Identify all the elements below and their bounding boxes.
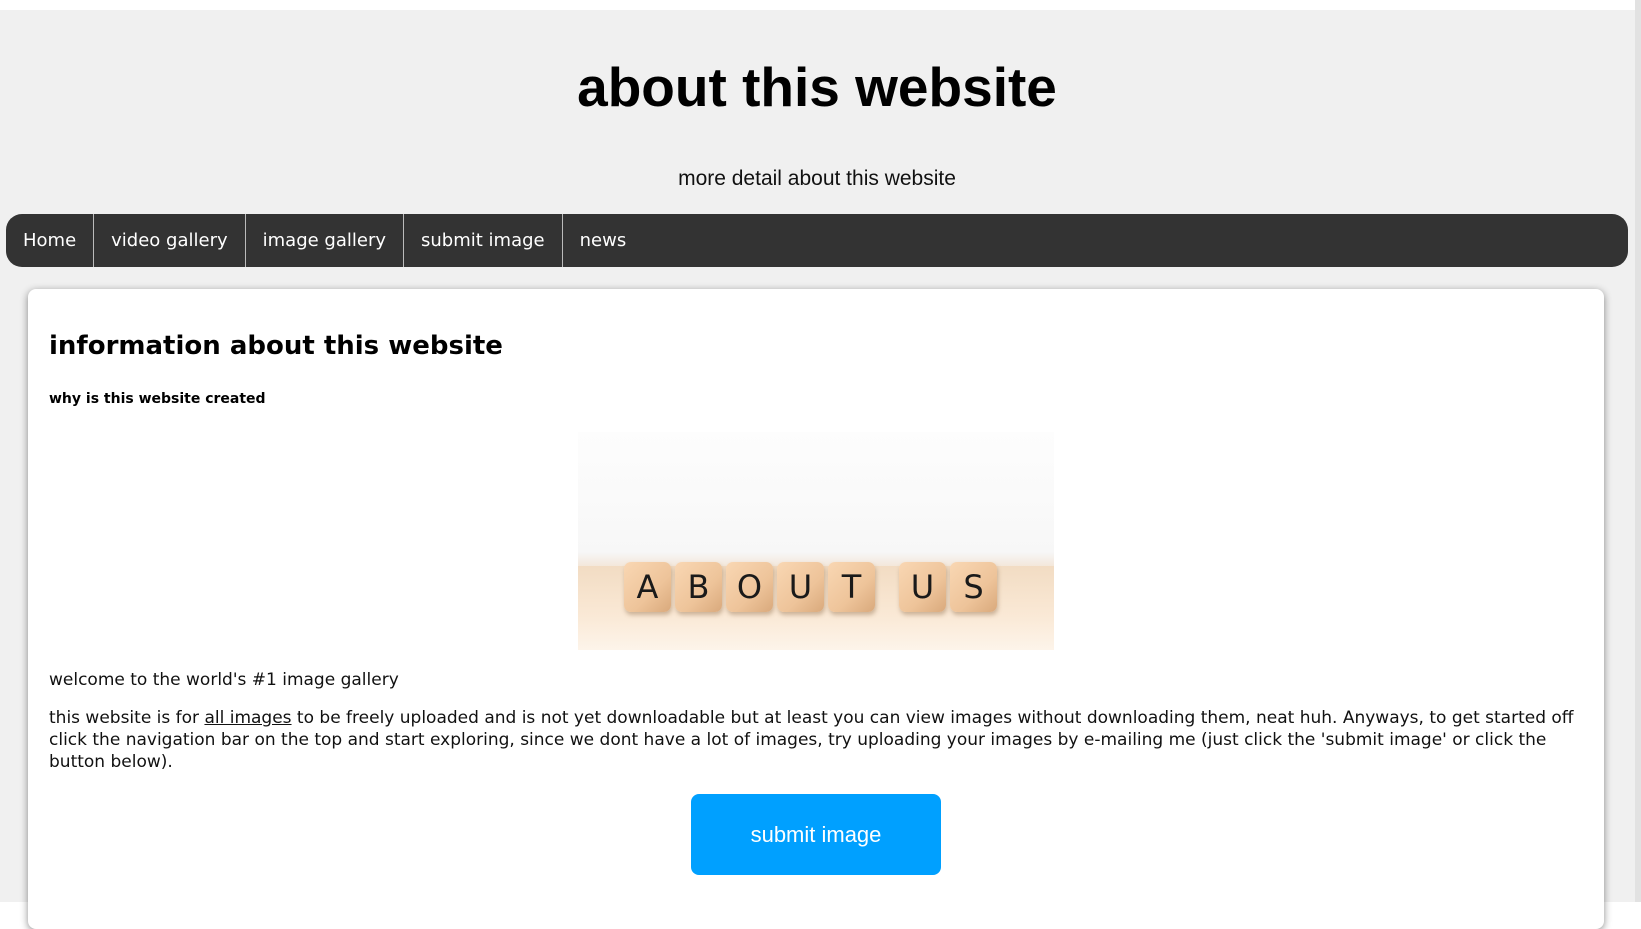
letter-blocks: A B O U T U S (624, 562, 997, 612)
letter-block: U (777, 562, 824, 612)
page-background: about this website more detail about thi… (0, 0, 1641, 929)
description-prefix: this website is for (49, 708, 205, 728)
section-heading: information about this website (49, 331, 503, 361)
page-title: about this website (577, 56, 1057, 118)
page-subtitle: more detail about this website (678, 167, 956, 190)
letter-block: B (675, 562, 722, 612)
nav-item-video-gallery[interactable]: video gallery (94, 214, 246, 267)
welcome-text: welcome to the world's #1 image gallery (49, 670, 399, 690)
description-paragraph: this website is for all images to be fre… (49, 707, 1579, 773)
letter-block: O (726, 562, 773, 612)
letter-block: T (828, 562, 875, 612)
page-scrollbar[interactable] (1635, 0, 1641, 902)
letter-block: U (899, 562, 946, 612)
all-images-link[interactable]: all images (204, 708, 291, 728)
nav-item-news[interactable]: news (563, 214, 644, 267)
section-subheading: why is this website created (49, 391, 266, 407)
content-card: information about this website why is th… (28, 289, 1604, 929)
submit-image-button[interactable]: submit image (691, 794, 941, 875)
letter-block: S (950, 562, 997, 612)
nav-item-image-gallery[interactable]: image gallery (246, 214, 405, 267)
word-gap (879, 562, 895, 612)
about-us-image: A B O U T U S (578, 432, 1054, 650)
nav-item-submit-image[interactable]: submit image (404, 214, 563, 267)
navigation-bar: Home video gallery image gallery submit … (6, 214, 1628, 267)
letter-block: A (624, 562, 671, 612)
nav-item-home[interactable]: Home (6, 214, 95, 267)
top-band (0, 0, 1641, 10)
